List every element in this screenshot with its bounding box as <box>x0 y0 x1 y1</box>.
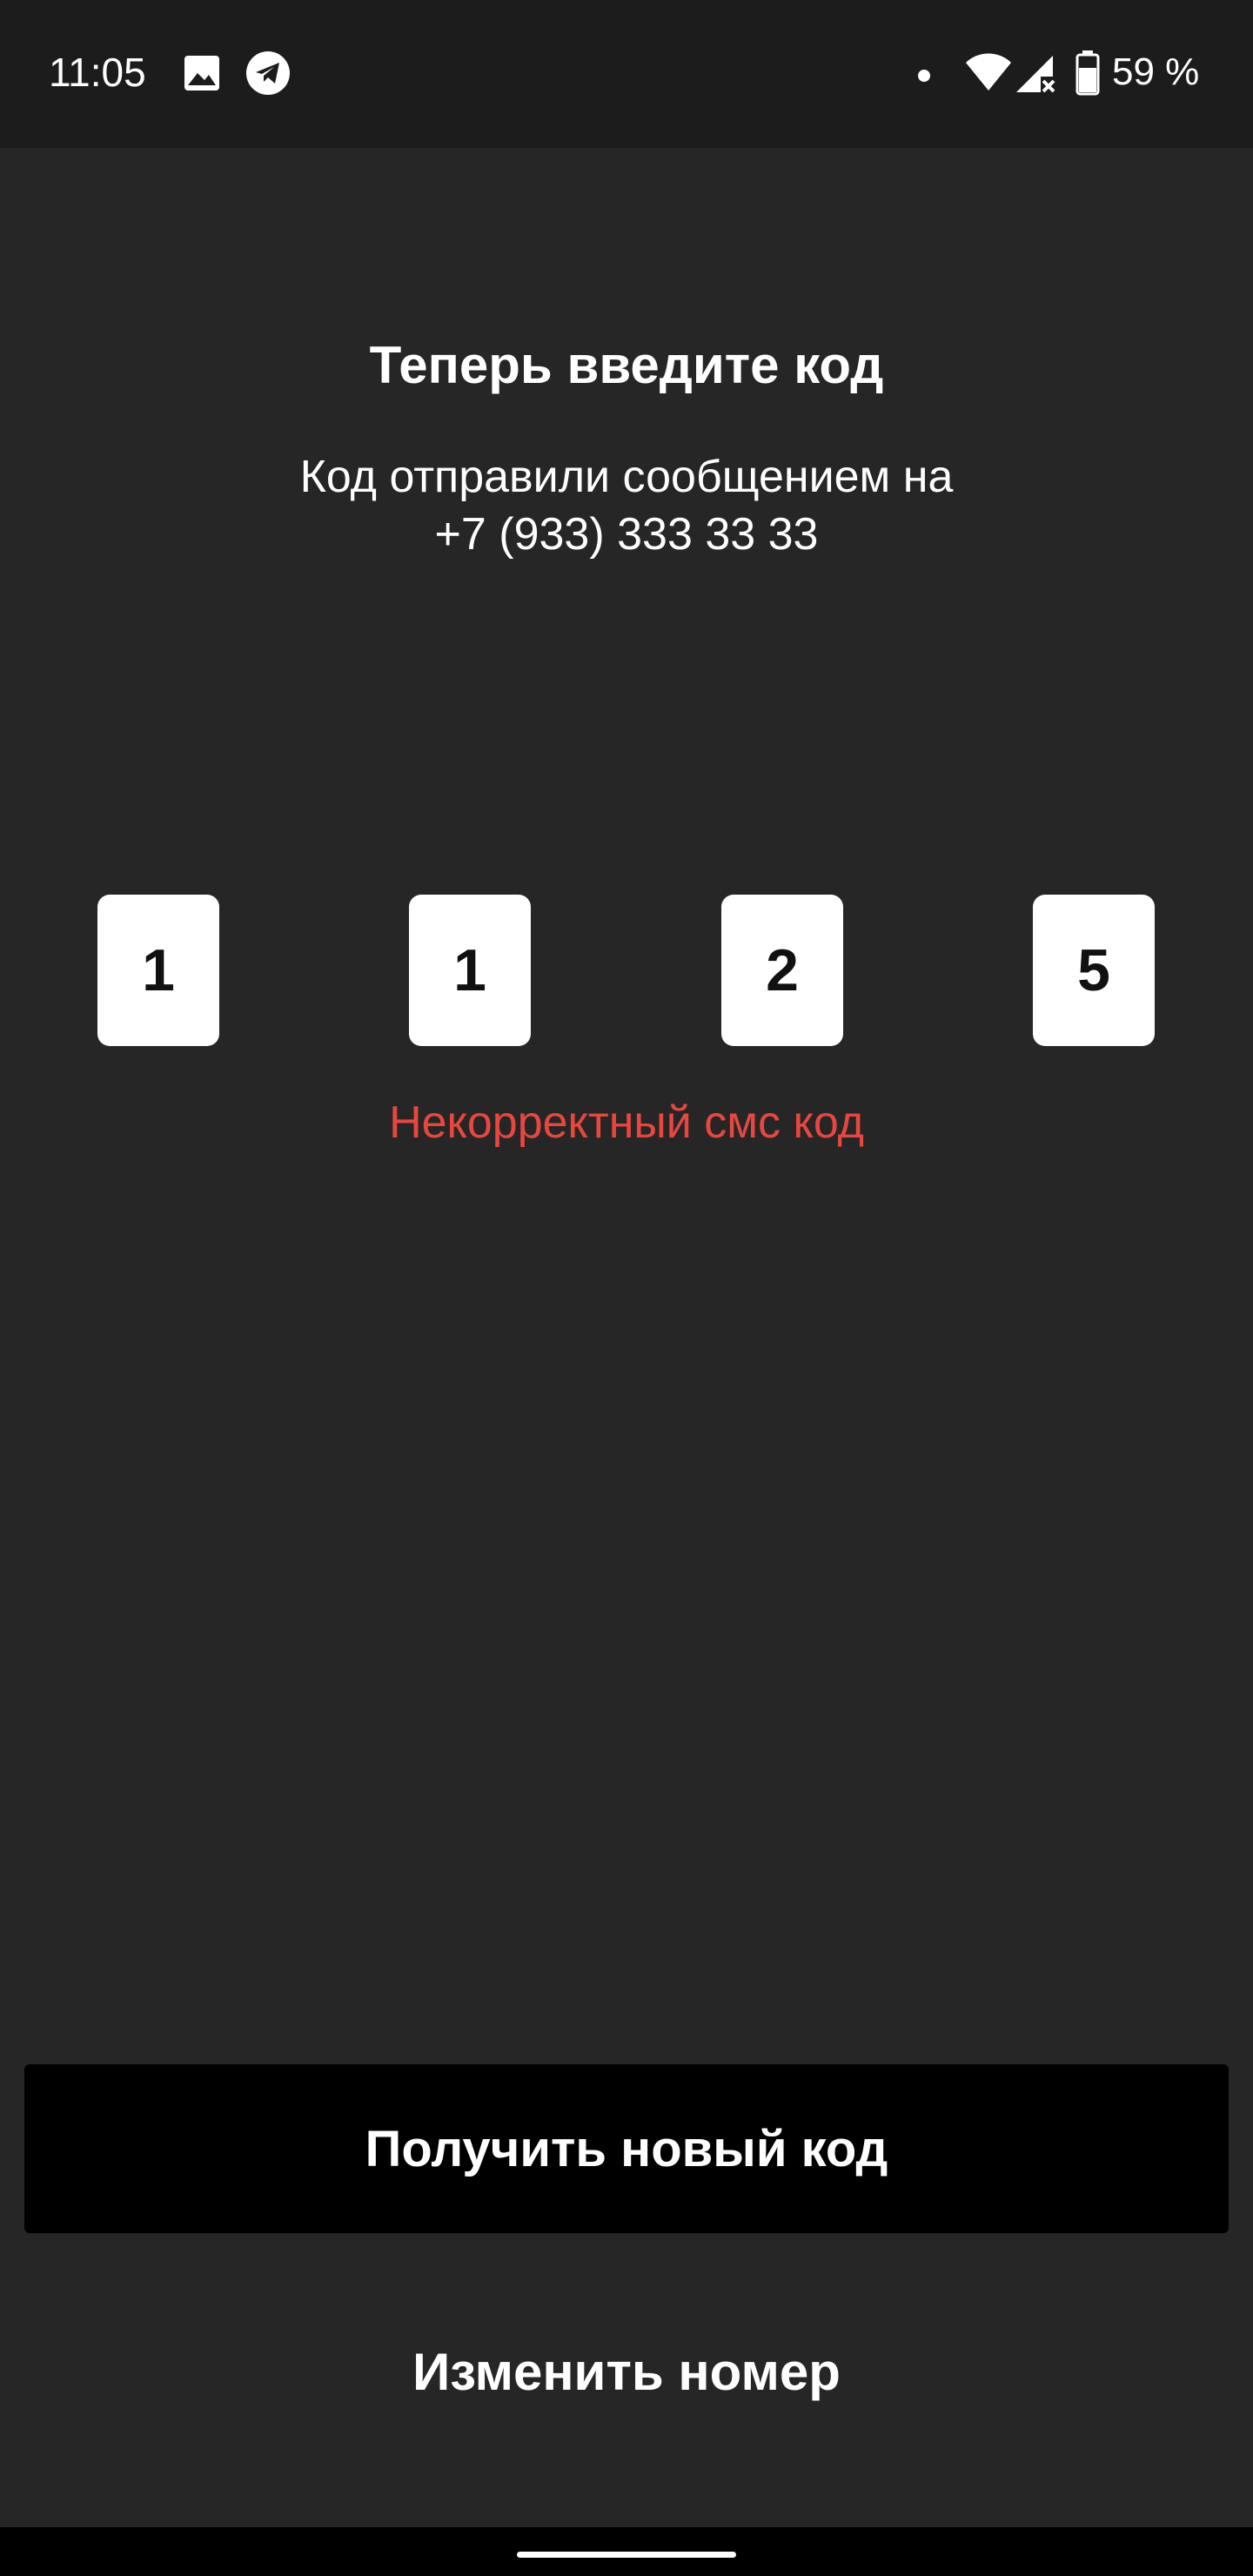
page-title: Теперь введите код <box>369 336 884 394</box>
status-time: 11:05 <box>49 50 146 95</box>
home-indicator[interactable] <box>517 2552 736 2558</box>
notification-dot-icon <box>918 70 930 82</box>
telegram-icon <box>246 51 290 95</box>
error-message: Некорректный смс код <box>389 1097 864 1148</box>
change-number-button[interactable]: Изменить номер <box>278 2324 975 2419</box>
wifi-icon <box>966 53 1011 91</box>
battery-icon <box>1075 50 1100 96</box>
image-icon <box>184 56 219 91</box>
code-digit-2[interactable]: 1 <box>409 895 531 1046</box>
code-sent-description: Код отправили сообщением на +7 (933) 333… <box>0 448 1253 563</box>
phone-number: +7 (933) 333 33 33 <box>434 509 819 560</box>
code-sent-text: Код отправили сообщением на <box>299 452 954 502</box>
battery-percentage: 59 % <box>1112 50 1200 93</box>
cellular-no-signal-icon <box>1016 56 1055 93</box>
status-bar: 11:05 59 % <box>0 0 1253 148</box>
get-new-code-button[interactable]: Получить новый код <box>24 2064 1229 2233</box>
code-digit-3[interactable]: 2 <box>721 895 843 1046</box>
navigation-bar <box>0 2527 1253 2576</box>
code-digit-1[interactable]: 1 <box>97 895 219 1046</box>
code-digit-4[interactable]: 5 <box>1033 895 1155 1046</box>
